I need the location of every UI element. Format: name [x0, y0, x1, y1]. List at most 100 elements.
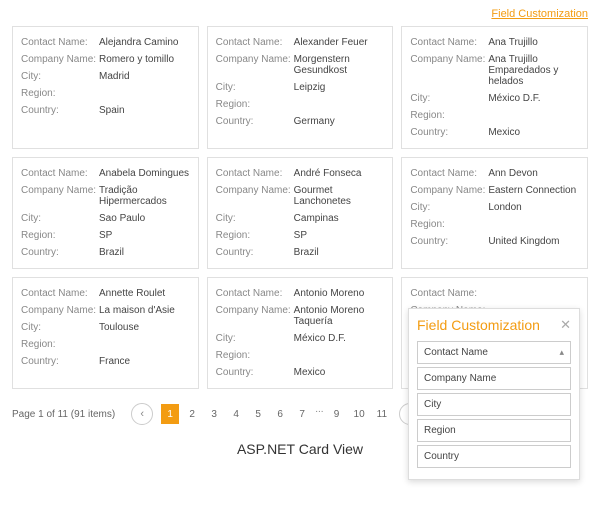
pager-page[interactable]: 10: [350, 404, 369, 424]
company-name-label: Company Name:: [216, 185, 294, 207]
card-row: Company Name:La maison d'Asie: [21, 305, 190, 316]
card-row: Region:: [410, 110, 579, 121]
contact-name-value: Antonio Moreno: [294, 288, 365, 299]
city-label: City:: [216, 333, 294, 344]
contact-name-label: Contact Name:: [410, 37, 488, 48]
field-item[interactable]: Company Name: [417, 367, 571, 390]
company-name-value: La maison d'Asie: [99, 305, 175, 316]
country-value: Spain: [99, 105, 125, 116]
country-label: Country:: [410, 236, 488, 247]
card-row: Contact Name:Alexander Feuer: [216, 37, 385, 48]
pager-page[interactable]: 2: [183, 404, 201, 424]
company-name-value: Eastern Connection: [488, 185, 576, 196]
company-name-label: Company Name:: [216, 305, 294, 327]
card-row: Company Name:Gourmet Lanchonetes: [216, 185, 385, 207]
company-name-value: Gourmet Lanchonetes: [294, 185, 385, 207]
pager-page[interactable]: 4: [227, 404, 245, 424]
card-row: Contact Name:Ann Devon: [410, 168, 579, 179]
pager-page[interactable]: 9: [328, 404, 346, 424]
city-value: México D.F.: [294, 333, 346, 344]
card-row: Region:: [410, 219, 579, 230]
field-item[interactable]: Region: [417, 419, 571, 442]
city-label: City:: [21, 71, 99, 82]
country-label: Country:: [410, 127, 488, 138]
contact-name-value: Alexander Feuer: [294, 37, 368, 48]
card-row: Company Name:Antonio Moreno Taquería: [216, 305, 385, 327]
country-value: Mexico: [294, 367, 326, 378]
card-row: Country:Brazil: [216, 247, 385, 258]
pager-page[interactable]: 5: [249, 404, 267, 424]
region-label: Region:: [216, 230, 294, 241]
field-item[interactable]: City: [417, 393, 571, 416]
field-customization-link[interactable]: Field Customization: [491, 8, 588, 20]
country-label: Country:: [21, 247, 99, 258]
field-item[interactable]: Contact Name▴: [417, 341, 571, 364]
company-name-value: Antonio Moreno Taquería: [294, 305, 385, 327]
contact-name-label: Contact Name:: [216, 168, 294, 179]
city-label: City:: [410, 202, 488, 213]
card: Contact Name:Alexander FeuerCompany Name…: [207, 26, 394, 149]
region-label: Region:: [410, 219, 488, 230]
pager-page[interactable]: 6: [271, 404, 289, 424]
contact-name-value: André Fonseca: [294, 168, 362, 179]
card-row: Region:: [21, 339, 190, 350]
country-value: Mexico: [488, 127, 520, 138]
company-name-label: Company Name:: [21, 185, 99, 207]
card-row: Country:Germany: [216, 116, 385, 127]
contact-name-value: Ann Devon: [488, 168, 537, 179]
region-label: Region:: [216, 350, 294, 361]
country-value: Brazil: [294, 247, 319, 258]
card-row: Country:Spain: [21, 105, 190, 116]
city-value: México D.F.: [488, 93, 540, 104]
card-row: Contact Name:Alejandra Camino: [21, 37, 190, 48]
pager-prev-button[interactable]: ‹: [131, 403, 153, 425]
region-label: Region:: [216, 99, 294, 110]
city-label: City:: [21, 322, 99, 333]
city-value: Campinas: [294, 213, 339, 224]
field-item[interactable]: Country: [417, 445, 571, 468]
contact-name-label: Contact Name:: [21, 288, 99, 299]
card-row: City:Leipzig: [216, 82, 385, 93]
country-label: Country:: [216, 116, 294, 127]
pager-info: Page 1 of 11 (91 items): [12, 409, 115, 420]
contact-name-label: Contact Name:: [410, 288, 488, 299]
region-label: Region:: [21, 88, 99, 99]
card: Contact Name:Anabela Domingues Company Na…: [12, 157, 199, 269]
contact-name-label: Contact Name:: [21, 168, 99, 179]
card: Contact Name:Annette Roulet Company Name:…: [12, 277, 199, 389]
card: Contact Name:Ann DevonCompany Name:Easte…: [401, 157, 588, 269]
country-label: Country:: [21, 105, 99, 116]
country-label: Country:: [216, 247, 294, 258]
contact-name-value: Ana Trujillo: [488, 37, 537, 48]
card-row: City:México D.F.: [216, 333, 385, 344]
region-label: Region:: [21, 339, 99, 350]
pager-page[interactable]: 1: [161, 404, 179, 424]
close-icon[interactable]: ✕: [560, 317, 571, 333]
card-row: Company Name:Morgenstern Gesundkost: [216, 54, 385, 76]
card: Contact Name:Ana TrujilloCompany Name:An…: [401, 26, 588, 149]
pager-page[interactable]: 7: [293, 404, 311, 424]
company-name-label: Company Name:: [216, 54, 294, 76]
country-value: France: [99, 356, 130, 367]
pager-ellipsis: ...: [315, 404, 323, 424]
card-row: Contact Name:Anabela Domingues: [21, 168, 190, 179]
city-value: London: [488, 202, 521, 213]
card-row: City:Toulouse: [21, 322, 190, 333]
contact-name-label: Contact Name:: [216, 37, 294, 48]
card-row: Region:: [216, 99, 385, 110]
card-row: Contact Name:Annette Roulet: [21, 288, 190, 299]
country-value: Germany: [294, 116, 335, 127]
contact-name-label: Contact Name:: [410, 168, 488, 179]
field-item-label: Country: [424, 451, 459, 462]
pager-page[interactable]: 11: [373, 404, 391, 424]
card-row: Region:: [21, 88, 190, 99]
field-customization-popup: Field Customization ✕ Contact Name▴Compa…: [408, 308, 580, 480]
contact-name-value: Annette Roulet: [99, 288, 165, 299]
card-row: Region:SP: [21, 230, 190, 241]
card-row: City:Madrid: [21, 71, 190, 82]
card-row: Region:: [216, 350, 385, 361]
card-row: City:Sao Paulo: [21, 213, 190, 224]
company-name-label: Company Name:: [410, 54, 488, 87]
contact-name-label: Contact Name:: [21, 37, 99, 48]
pager-page[interactable]: 3: [205, 404, 223, 424]
